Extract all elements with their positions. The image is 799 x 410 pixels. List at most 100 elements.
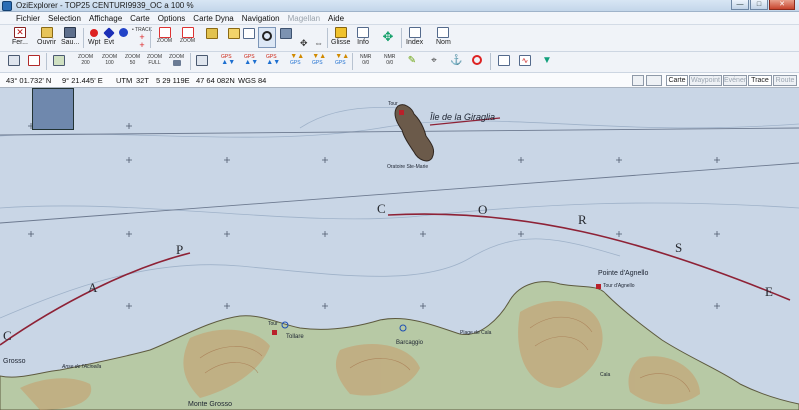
map-label-tour-giraglia: Tour (388, 101, 398, 107)
toolbar-separator (46, 53, 47, 70)
zoom-in-button[interactable]: ✥ (300, 39, 308, 48)
list-button[interactable] (228, 28, 240, 39)
name-button[interactable]: Nom (436, 27, 451, 47)
print-icon (8, 55, 20, 66)
gps-send-track-button[interactable]: ▼▲ GPS (335, 53, 349, 66)
app-icon (2, 1, 12, 11)
navigation-pad[interactable]: ✥ (378, 27, 398, 47)
overview-minimap[interactable] (32, 88, 74, 130)
menu-selection[interactable]: Selection (44, 12, 85, 24)
zoom-custom-button[interactable]: ZOOM (169, 54, 184, 66)
menu-carte[interactable]: Carte (126, 12, 154, 24)
tollare-tower-marker (272, 330, 277, 335)
save-label: Sau... (61, 39, 80, 46)
event-label: Evt (104, 39, 115, 46)
draw-button[interactable]: ZOOM (157, 27, 172, 44)
map-label-oratoire: Oratoire Ste-Marie (387, 164, 429, 170)
move-icon (280, 28, 292, 39)
index-label: Index (406, 39, 424, 46)
map-list-icon (196, 55, 208, 66)
open-folder-icon (40, 27, 53, 38)
info-label: Info (357, 39, 369, 46)
track-tool-button[interactable] (28, 55, 40, 66)
mode-carte-button[interactable]: Carte (666, 75, 688, 86)
filter-button[interactable]: ▼ (541, 55, 553, 66)
nav-arrows-icon: ✥ (382, 29, 394, 44)
zoom-100-button[interactable]: ZOOM 100 (102, 54, 117, 66)
name-tool-button[interactable] (243, 28, 255, 39)
overview-button[interactable] (53, 55, 65, 66)
title-bar: OziExplorer - TOP25 CENTURI9939_OC a 100… (0, 0, 799, 12)
crosshair-button[interactable]: ⌖ (428, 55, 440, 66)
menu-affichage[interactable]: Affichage (85, 12, 126, 24)
print-button[interactable] (8, 55, 20, 66)
zoom-100-bottom: 100 (105, 60, 114, 66)
nmea-button[interactable]: NMR 0/0 (360, 54, 371, 66)
track-tool-icon (28, 55, 40, 66)
zoom-50-button[interactable]: ZOOM 50 (125, 54, 140, 66)
minimize-button[interactable]: — (731, 0, 749, 10)
gps-send-wpt-button[interactable]: ▼▲ GPS (290, 53, 304, 66)
chart-button[interactable]: ∿ (519, 55, 531, 66)
map-label-pointe-agnello: Pointe d'Agnello (598, 270, 649, 277)
track-button[interactable]: • TRACK + + (132, 27, 152, 50)
menu-carte-dyna[interactable]: Carte Dyna (189, 12, 237, 24)
info-button[interactable]: Info (357, 27, 369, 47)
gps-send-route-button[interactable]: ▼▲ GPS (312, 53, 326, 66)
nmea2-bottom: 0/0 (386, 60, 394, 66)
toolbar-separator (150, 28, 151, 48)
map-window-icon[interactable] (632, 75, 644, 86)
lock-icon (334, 27, 347, 38)
maximize-button[interactable]: □ (750, 0, 768, 10)
map-label-corse-o: O (478, 202, 488, 217)
move-button[interactable] (280, 28, 292, 39)
event-button[interactable]: Evt (103, 27, 115, 47)
zoom-tool-button[interactable] (258, 27, 276, 48)
glisse-button[interactable]: Glisse (331, 27, 350, 47)
open-button[interactable]: Ouvrir (37, 27, 56, 47)
save-button[interactable]: Sau... (61, 27, 79, 47)
gps-route-button[interactable]: GPS ▲▼ (244, 54, 258, 66)
map-list-button[interactable] (196, 55, 208, 66)
nmea2-button[interactable]: NMR 0/0 (384, 54, 395, 66)
menu-fichier[interactable]: Fichier (12, 12, 44, 24)
route-button[interactable] (119, 28, 128, 37)
zoom-200-button[interactable]: ZOOM 200 (78, 54, 93, 66)
gps-send-track-bottom: GPS (335, 60, 346, 66)
mode-evenement-button[interactable]: Evénement (723, 75, 747, 86)
menu-aide[interactable]: Aide (324, 12, 348, 24)
close-button[interactable]: ✕ (769, 0, 795, 10)
pencil-button[interactable]: ✎ (406, 55, 418, 66)
anchor-button[interactable]: ⚓ (450, 55, 462, 66)
connect-button[interactable] (206, 28, 218, 39)
close-map-button[interactable]: ✕ Fer... (12, 27, 28, 47)
map-label-corse-c: C (377, 201, 386, 216)
index-icon (408, 27, 421, 38)
menu-options[interactable]: Options (154, 12, 190, 24)
waypoint-button[interactable]: Wpt (88, 27, 100, 47)
index-button[interactable]: Index (406, 27, 423, 47)
gps-track-button[interactable]: GPS ▲▼ (266, 54, 280, 66)
save-view-icon[interactable] (646, 75, 662, 86)
gps-wpt-button[interactable]: GPS ▲▼ (221, 54, 235, 66)
zoom-custom-icon (172, 60, 181, 66)
mode-waypoint-button[interactable]: Waypoint (689, 75, 722, 86)
zoom-out-button[interactable]: ⇔ (314, 39, 323, 48)
save-disk-icon (64, 27, 77, 38)
chart-icon: ∿ (519, 55, 531, 66)
mode-trace-button[interactable]: Trace (748, 75, 772, 86)
map-label-grosso: Grosso (3, 358, 26, 365)
name-icon (437, 27, 450, 38)
menu-navigation[interactable]: Navigation (238, 12, 284, 24)
map-view[interactable]: Tour Île de la Giraglia Oratoire Ste-Mar… (0, 88, 799, 410)
zoom-full-button[interactable]: ZOOM FULL (147, 54, 162, 66)
draw-route-button[interactable]: ZOOM (180, 27, 195, 44)
alarm-button[interactable] (472, 55, 482, 65)
mode-route-button[interactable]: Route (773, 75, 797, 86)
map-label-cap-a: A (88, 280, 98, 295)
properties-button[interactable] (498, 55, 510, 66)
map-label-cala: Cala (600, 372, 611, 378)
map-label-tollare: Tollare (286, 334, 304, 340)
zoom-out-icon: ⇔ (314, 38, 323, 48)
map-label-ile-giraglia: Île de la Giraglia (430, 112, 496, 122)
